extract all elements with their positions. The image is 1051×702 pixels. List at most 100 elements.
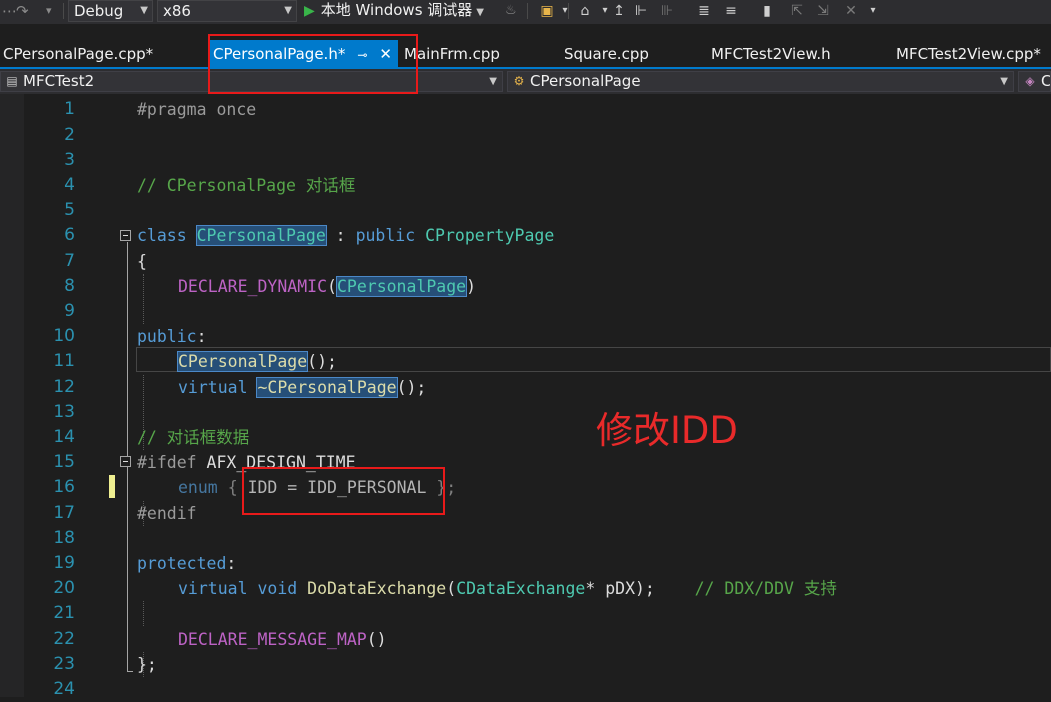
token-punct: { — [137, 252, 147, 271]
platform-select[interactable]: x86 ▼ — [157, 0, 297, 22]
tab-mainfrm-cpp[interactable]: MainFrm.cpp — [404, 40, 500, 68]
line-number: 24 — [53, 679, 75, 699]
token-type: CDataExchange — [456, 579, 586, 598]
token-macro: DECLARE_DYNAMIC — [178, 277, 328, 296]
line-number: 10 — [53, 326, 75, 346]
annotation-box-idd — [242, 467, 445, 515]
line-number: 18 — [53, 528, 75, 548]
line-number: 8 — [64, 276, 75, 296]
tab-label: CPersonalPage.cpp* — [3, 45, 154, 63]
token-param: * pDX); — [585, 579, 655, 598]
collapse-icon[interactable] — [120, 230, 131, 241]
token-punct: }; — [137, 655, 157, 674]
comment-lines-icon[interactable]: ≣ — [695, 2, 713, 20]
line-number: 9 — [64, 301, 75, 321]
line-number: 22 — [53, 629, 75, 649]
start-debugging-button[interactable]: ▶ 本地 Windows 调试器 ▼ — [304, 0, 484, 22]
align-left-icon[interactable]: ⊩ — [632, 2, 650, 20]
code-line: #endif — [137, 501, 197, 526]
configuration-select[interactable]: Debug ▼ — [68, 0, 153, 22]
token-constructor: CPersonalPage — [176, 351, 309, 372]
token-directive: #endif — [137, 504, 197, 523]
bookmark-icon[interactable]: ▮ — [758, 2, 776, 20]
folder-search-icon[interactable]: ▣ — [538, 2, 556, 20]
code-line: // CPersonalPage 对话框 — [137, 173, 355, 198]
code-line: // 对话框数据 — [137, 425, 249, 450]
member-select[interactable]: ◈ C — [1018, 71, 1051, 92]
token-punct: : — [325, 226, 356, 245]
line-number: 14 — [53, 427, 75, 447]
code-line: protected: — [137, 551, 236, 576]
line-number: 3 — [64, 150, 75, 170]
chevron-down-icon: ▼ — [1000, 76, 1008, 87]
token-keyword: enum — [178, 478, 218, 497]
project-value: MFCTest2 — [23, 72, 95, 90]
toolbar-separator — [63, 3, 64, 19]
previous-bookmark-icon[interactable]: ⇱ — [788, 2, 806, 20]
scope-select[interactable]: ⚙ CPersonalPage ▼ — [507, 71, 1014, 92]
token-keyword: public — [137, 327, 197, 346]
line-number: 12 — [53, 377, 75, 397]
annotation-box-active-tab — [208, 34, 418, 94]
token-class-name: CPersonalPage — [335, 276, 468, 297]
next-bookmark-icon[interactable]: ⇲ — [814, 2, 832, 20]
token-destructor: ~CPersonalPage — [256, 377, 398, 398]
uncomment-lines-icon[interactable]: ≡ — [722, 2, 740, 20]
token-directive: #ifdef — [137, 453, 197, 472]
token-destructor-name: CPersonalPage — [267, 378, 397, 397]
line-number: 16 — [53, 477, 75, 497]
token-function: DoDataExchange — [307, 579, 447, 598]
token-pragma: #pragma once — [137, 100, 257, 119]
line-number: 4 — [64, 175, 75, 195]
token-keyword: protected — [137, 554, 227, 573]
code-line: CPersonalPage(); — [176, 349, 337, 374]
align-right-icon[interactable]: ⊪ — [658, 2, 676, 20]
class-icon: ⚙ — [513, 74, 525, 88]
tab-mfctest2view-h[interactable]: MFCTest2View.h — [711, 40, 831, 68]
indent-guide — [143, 601, 144, 626]
code-editor[interactable]: 1 2 3 4 5 6 7 8 9 10 11 12 13 14 15 16 1… — [0, 94, 1051, 699]
token-keyword: class — [137, 226, 187, 245]
toolbar-overflow-icon[interactable]: ▾ — [864, 2, 882, 20]
token-punct: () — [366, 630, 387, 649]
token-tilde: ~ — [257, 378, 268, 397]
undo-icon[interactable]: ⋯ — [2, 0, 17, 22]
token-punct: { — [227, 478, 238, 497]
token-keyword: virtual — [178, 579, 248, 598]
line-number: 5 — [64, 200, 75, 220]
line-number: 19 — [53, 553, 75, 573]
tab-label: MainFrm.cpp — [404, 45, 500, 63]
play-icon: ▶ — [304, 3, 315, 19]
token-punct: : — [226, 554, 237, 573]
token-punct: (); — [396, 378, 427, 397]
chevron-down-icon: ▼ — [140, 5, 148, 16]
collapse-icon[interactable] — [120, 456, 131, 467]
token-comment: // 对话框数据 — [137, 428, 250, 447]
dropdown-icon[interactable]: ▾ — [556, 2, 574, 20]
tab-cpersonalpage-cpp[interactable]: CPersonalPage.cpp* — [3, 40, 153, 68]
token-keyword: virtual — [178, 378, 248, 397]
navigation-bar: ▤ MFCTest2 ▼ ⚙ CPersonalPage ▼ ◈ C — [0, 69, 1051, 94]
tab-square-cpp[interactable]: Square.cpp — [564, 40, 649, 68]
tab-mfctest2view-cpp[interactable]: MFCTest2View.cpp* — [896, 40, 1041, 68]
step-icon[interactable]: ↥ — [610, 2, 628, 20]
token-keyword: void — [257, 579, 298, 598]
hot-reload-icon[interactable]: ♨ — [505, 0, 517, 22]
token-comment: // CPersonalPage 对话框 — [137, 176, 356, 195]
chevron-down-icon: ▼ — [476, 7, 484, 18]
line-number: 21 — [53, 603, 75, 623]
code-line: { — [137, 249, 147, 274]
platform-value: x86 — [163, 2, 191, 20]
unsaved-change-marker — [109, 475, 115, 498]
token-punct: (); — [307, 352, 337, 371]
line-number: 6 — [64, 225, 75, 245]
home-window-icon[interactable]: ⌂ — [576, 2, 594, 20]
redo-icon[interactable]: ↷ — [16, 0, 29, 22]
clear-bookmarks-icon[interactable]: ✕ — [842, 2, 860, 20]
token-comment: // DDX/DDV 支持 — [694, 579, 837, 598]
token-macro: DECLARE_MESSAGE_MAP — [178, 630, 367, 649]
editor-left-margin — [0, 94, 24, 697]
token-punct: ( — [446, 579, 457, 598]
code-line: public: — [137, 324, 207, 349]
redo-dropdown-icon[interactable]: ▾ — [46, 0, 52, 22]
